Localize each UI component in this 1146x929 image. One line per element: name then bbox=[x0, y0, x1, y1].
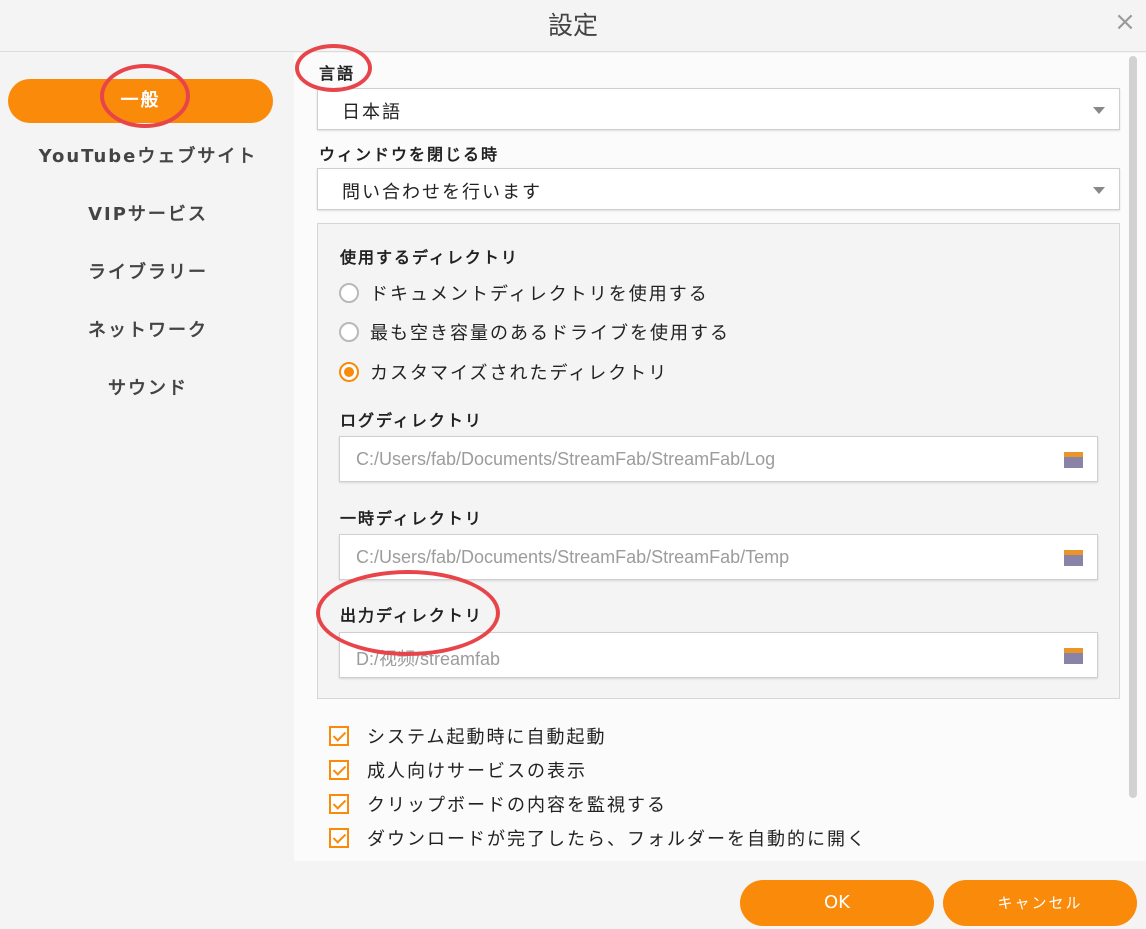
checkbox-checked[interactable] bbox=[329, 828, 349, 848]
annotation-circle-general bbox=[100, 64, 190, 128]
checkbox-label: 成人向けサービスの表示 bbox=[367, 761, 587, 782]
chevron-down-icon bbox=[1093, 107, 1105, 114]
checkbox-label: クリップボードの内容を監視する bbox=[367, 795, 667, 816]
cancel-button[interactable]: キャンセル bbox=[943, 880, 1137, 926]
on-close-select[interactable]: 問い合わせを行います bbox=[317, 168, 1120, 210]
checkbox-label: ダウンロードが完了したら、フォルダーを自動的に開く bbox=[367, 829, 867, 850]
close-icon[interactable]: × bbox=[1110, 8, 1140, 38]
sidebar-item-network[interactable]: ネットワーク bbox=[8, 309, 288, 353]
directory-label: 使用するディレクトリ bbox=[340, 248, 519, 267]
log-dir-field[interactable]: C:/Users/fab/Documents/StreamFab/StreamF… bbox=[339, 436, 1098, 482]
folder-icon[interactable] bbox=[1064, 452, 1083, 468]
radio-label: カスタマイズされたディレクトリ bbox=[370, 363, 669, 384]
on-close-label: ウィンドウを閉じる時 bbox=[319, 145, 500, 164]
checkbox-checked[interactable] bbox=[329, 794, 349, 814]
title-bar: 設定 × bbox=[0, 0, 1146, 52]
annotation-circle-output-dir bbox=[316, 570, 500, 656]
sidebar-item-youtube[interactable]: YouTubeウェブサイト bbox=[8, 135, 288, 179]
radio-button[interactable] bbox=[339, 283, 359, 303]
radio-label: ドキュメントディレクトリを使用する bbox=[370, 284, 709, 305]
folder-icon[interactable] bbox=[1064, 550, 1083, 566]
sidebar-item-sound[interactable]: サウンド bbox=[8, 367, 288, 411]
language-value: 日本語 bbox=[342, 102, 402, 123]
chevron-down-icon bbox=[1093, 187, 1105, 194]
radio-button-selected[interactable] bbox=[339, 362, 359, 382]
annotation-circle-language bbox=[295, 44, 372, 92]
radio-label: 最も空き容量のあるドライブを使用する bbox=[370, 323, 730, 344]
checkbox-checked[interactable] bbox=[329, 760, 349, 780]
dialog-title: 設定 bbox=[547, 11, 598, 40]
checkbox-checked[interactable] bbox=[329, 726, 349, 746]
on-close-value: 問い合わせを行います bbox=[342, 182, 542, 203]
sidebar-item-library[interactable]: ライブラリー bbox=[8, 251, 288, 295]
temp-dir-label: 一時ディレクトリ bbox=[340, 509, 483, 528]
log-dir-value: C:/Users/fab/Documents/StreamFab/StreamF… bbox=[356, 449, 776, 469]
sidebar-item-vip[interactable]: VIPサービス bbox=[8, 193, 288, 237]
scrollbar[interactable] bbox=[1129, 56, 1137, 798]
temp-dir-value: C:/Users/fab/Documents/StreamFab/StreamF… bbox=[356, 547, 790, 567]
temp-dir-field[interactable]: C:/Users/fab/Documents/StreamFab/StreamF… bbox=[339, 534, 1098, 580]
checkbox-label: システム起動時に自動起動 bbox=[367, 727, 607, 748]
log-dir-label: ログディレクトリ bbox=[340, 411, 483, 430]
radio-button[interactable] bbox=[339, 322, 359, 342]
language-select[interactable]: 日本語 bbox=[317, 88, 1120, 130]
folder-icon[interactable] bbox=[1064, 648, 1083, 664]
ok-button[interactable]: OK bbox=[740, 880, 934, 926]
